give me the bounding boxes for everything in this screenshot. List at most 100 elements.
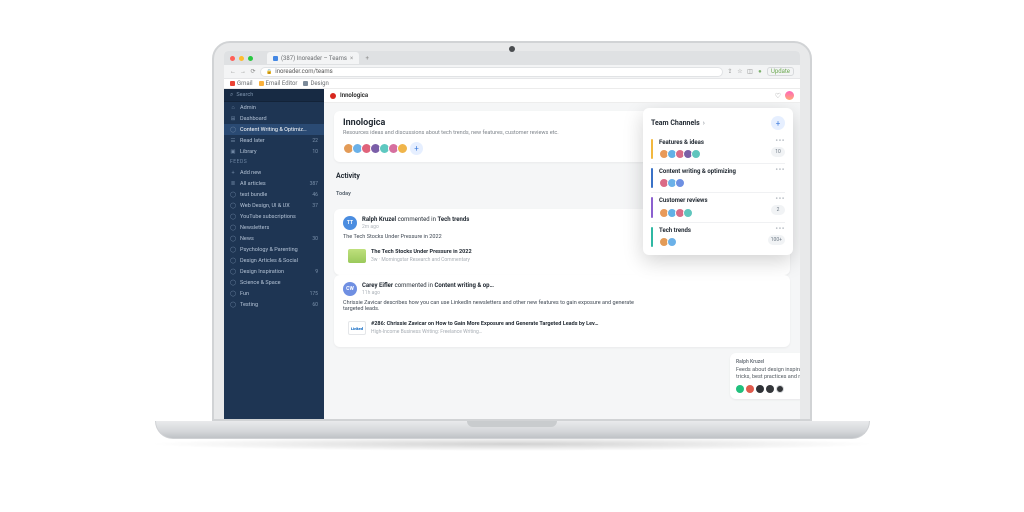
sidebar-item-label: Newsletters [240,225,269,231]
sidebar-item-label: News [240,236,254,242]
tab-title: (387) Inoreader – Teams [281,55,347,62]
channel-menu-icon[interactable]: ••• [775,197,785,201]
sidebar-item[interactable]: ◯Newsletters [224,222,324,233]
add-channel-button[interactable]: + [771,116,785,130]
chevron-right-icon: › [703,119,705,127]
activity-story[interactable]: Linked #286: Chrissie Zavicar on How to … [343,316,640,340]
channel-title: Tech trends [659,227,762,234]
sidebar-item[interactable]: ⊞ Dashboard [224,113,324,124]
sidebar-item-label: Web Design, UI & UX [240,203,290,209]
tab-favicon [273,56,278,61]
sidebar-item-label: Fun [240,291,249,297]
avatar [683,208,693,218]
brand-dot [330,93,336,99]
nav-reload-icon[interactable]: ⟳ [250,68,256,75]
add-member-button[interactable]: + [410,142,423,155]
channel-avatars [659,149,765,159]
nav-back-icon[interactable]: ← [230,68,236,75]
sidebar-item[interactable]: ◯Science & Space [224,277,324,288]
window-close-dot[interactable] [230,56,235,61]
star-icon[interactable]: ☆ [737,68,743,75]
sidebar-item[interactable]: ◯Testing60 [224,299,324,310]
sidebar-item-icon: ⊞ [230,116,236,122]
sidebar-item[interactable]: ◯ Content Writing & Optimiz… [224,124,324,135]
story-title: The Tech Stocks Under Pressure in 2022 [371,249,472,256]
activity-time: 11h ago [362,290,494,296]
bookmark-item[interactable]: Design [303,80,328,87]
sidebar-item[interactable]: ≣All articles387 [224,178,324,189]
sidebar-item-icon: ◯ [230,247,236,253]
sidebar-item[interactable]: ⌂Admin [224,102,324,113]
activity-time: 2m ago [362,224,469,230]
related-feed-card[interactable]: Ralph Kruzel Feeds about design inspirat… [730,353,800,399]
channel-menu-icon[interactable]: ••• [775,139,785,143]
sidebar-item-label: Library [240,149,257,155]
sidebar-item-label: All articles [240,181,266,187]
nav-fwd-icon[interactable]: → [240,68,246,75]
search-icon: ⌕ [230,91,233,99]
sidebar-item[interactable]: ◯ Web Design, UI & UX 37 [224,200,324,211]
sidebar-item-label: Dashboard [240,116,267,122]
ext-icon[interactable]: ◫ [747,68,753,75]
sidebar-item-label: Content Writing & Optimiz… [240,127,307,133]
bookmark-icon [230,81,235,86]
channel-menu-icon[interactable]: ••• [775,227,785,231]
sidebar-item-icon: ◯ [230,203,236,209]
tab-close-icon[interactable]: × [350,55,353,62]
sidebar-item-icon: ⌂ [230,105,236,111]
url-field[interactable]: 🔒 inoreader.com/teams [260,67,723,77]
update-button[interactable]: Update [767,67,794,76]
sidebar-item[interactable]: ◯News30 [224,233,324,244]
sidebar: ⌕ Search ⌂Admin ⊞ Dashboard ◯ Content Writin… [224,89,324,419]
sidebar-item-label: Add new [240,170,261,176]
channel-item[interactable]: Tech trends ••• 100+ [651,222,785,251]
window-min-dot[interactable] [239,56,244,61]
app-topbar: Innologica ♡ [324,89,800,103]
sidebar-item[interactable]: ◯Fun175 [224,288,324,299]
sidebar-item-count: 22 [312,138,318,144]
activity-avatar[interactable]: CW [343,282,357,296]
camera-dot [509,46,515,52]
bookmark-label: Gmail [237,80,253,87]
sidebar-item[interactable]: +Add new [224,167,324,178]
channel-item[interactable]: Customer reviews •••2 [651,192,785,221]
channel-color-bar [651,139,653,159]
profile-icon[interactable]: ● [757,68,763,75]
sidebar-item-icon: ◯ [230,236,236,242]
sidebar-item-count: 37 [312,203,318,209]
sidebar-search[interactable]: ⌕ Search [224,89,324,102]
bookmark-item[interactable]: Gmail [230,80,253,87]
browser-tab[interactable]: (387) Inoreader – Teams × [267,52,359,64]
sidebar-item[interactable]: ☰Read later22 [224,135,324,146]
channel-count: 10 [771,147,785,157]
activity-story[interactable]: The Tech Stocks Under Pressure in 2022 3… [343,244,640,268]
sidebar-item-icon: ◯ [230,127,236,133]
sidebar-item-icon: ◯ [230,280,236,286]
sidebar-item[interactable]: ◯Design Articles & Social [224,255,324,266]
sidebar-item[interactable]: ◯Design Inspiration9 [224,266,324,277]
user-avatar[interactable] [785,91,794,100]
window-max-dot[interactable] [248,56,253,61]
sidebar-item[interactable]: ◯test bundle46 [224,189,324,200]
sidebar-item[interactable]: ◯Psychology & Parenting [224,244,324,255]
activity-avatar[interactable]: TT [343,216,357,230]
sidebar-item[interactable]: ◯YouTube subscriptions [224,211,324,222]
notifications-icon[interactable]: ♡ [775,92,781,100]
sidebar-item-count: 387 [310,181,318,187]
channel-avatars [659,208,765,218]
channel-avatars [659,237,762,247]
channel-menu-icon[interactable]: ••• [775,168,785,172]
new-tab-button[interactable]: + [363,55,371,62]
browser-addressbar: ← → ⟳ 🔒 inoreader.com/teams ⇪ ☆ ◫ ● Upda… [224,65,800,79]
channel-count: 100+ [768,235,785,245]
team-header-card: Innologica Resources ideas and discussio… [334,111,790,162]
sidebar-item[interactable]: ▣Library10 [224,146,324,157]
bookmark-label: Email Editor [266,80,298,87]
activity-comment: Chrissie Zavicar describes how you can u… [343,300,640,312]
share-icon[interactable]: ⇪ [727,68,733,75]
channel-item[interactable]: Features & ideas •••10 [651,135,785,163]
sidebar-item-icon: ◯ [230,214,236,220]
bookmark-item[interactable]: Email Editor [259,80,298,87]
channel-item[interactable]: Content writing & optimizing ••• [651,163,785,192]
avatar[interactable] [397,143,408,154]
